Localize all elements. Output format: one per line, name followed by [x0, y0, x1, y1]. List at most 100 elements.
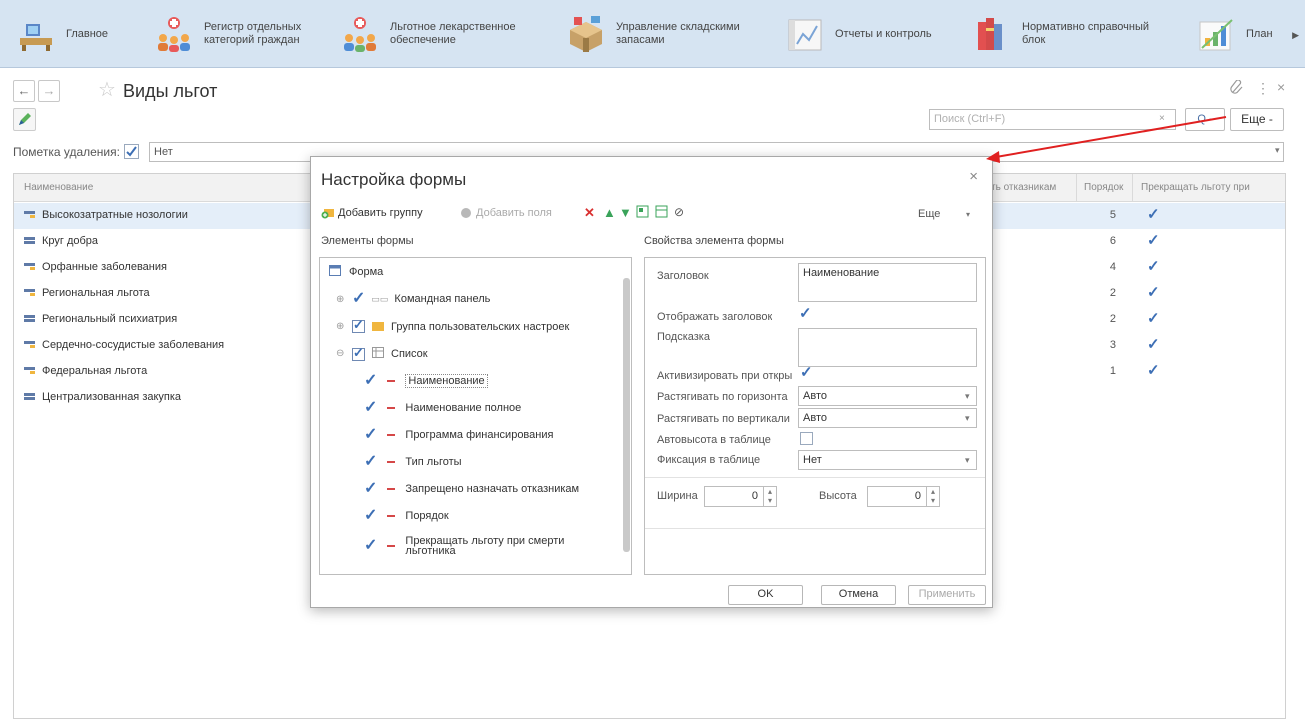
- tree-node-field[interactable]: ✓ Наименование полное: [364, 400, 521, 416]
- search-input[interactable]: Поиск (Ctrl+F): [929, 109, 1176, 130]
- section-main[interactable]: Главное: [16, 10, 126, 58]
- tree-node-field[interactable]: ✓ Запрещено назначать отказникам: [364, 481, 579, 497]
- section-register[interactable]: Регистр отдельных категорий граждан: [154, 10, 324, 58]
- chevron-down-icon[interactable]: ▾: [965, 413, 970, 424]
- folder-icon: [372, 322, 384, 331]
- field-icon: [387, 545, 396, 547]
- activate-label: Активизировать при откры: [657, 370, 793, 382]
- check-icon[interactable]: ✓: [364, 454, 377, 470]
- column-header[interactable]: ть отказникам: [991, 182, 1056, 193]
- expand-icon[interactable]: ⊕: [336, 321, 344, 332]
- tree-node-command-panel[interactable]: ✓ ▭▭ Командная панель: [352, 291, 490, 307]
- ungroup-elements-icon[interactable]: [655, 205, 668, 221]
- move-down-icon[interactable]: ▼: [619, 205, 632, 220]
- row-stop-check-icon: ✓: [1147, 206, 1160, 223]
- column-header[interactable]: Прекращать льготу при: [1141, 182, 1250, 193]
- chevron-down-icon[interactable]: ▾: [1275, 145, 1280, 156]
- close-form-icon[interactable]: ×: [1277, 79, 1285, 95]
- autoheight-checkbox[interactable]: [800, 432, 813, 445]
- check-icon[interactable]: ✓: [364, 373, 377, 389]
- form-elements-tree[interactable]: Форма ⊕ ✓ ▭▭ Командная панель ⊕ Группа п…: [319, 257, 632, 575]
- stretch-vertical-label: Растягивать по вертикали: [657, 413, 790, 425]
- element-properties-panel: Заголовок Наименование Отображать заголо…: [644, 257, 986, 575]
- stretch-vertical-select[interactable]: Авто: [798, 408, 977, 428]
- deletion-mark-checkbox[interactable]: [124, 144, 139, 159]
- tree-node-field[interactable]: ✓ Прекращать льготу при смерти льготника: [364, 536, 564, 557]
- tree-node-form[interactable]: Форма: [329, 265, 383, 279]
- hint-label: Подсказка: [657, 331, 710, 343]
- width-spinner[interactable]: ▴ ▾: [763, 487, 776, 506]
- activate-checkbox[interactable]: [800, 363, 813, 381]
- check-icon[interactable]: ✓: [364, 508, 377, 524]
- section-warehouse[interactable]: Управление складскими запасами: [566, 10, 756, 58]
- item-icon: [24, 315, 35, 323]
- tree-node-list[interactable]: Список: [352, 345, 428, 361]
- field-icon: [387, 434, 396, 436]
- check-icon[interactable]: ✓: [364, 481, 377, 497]
- tree-node-field[interactable]: ✓ Программа финансирования: [364, 427, 553, 443]
- section-reference[interactable]: Нормативно справочный блок: [972, 10, 1162, 58]
- row-name-text: Орфанные заболевания: [42, 261, 167, 273]
- chevron-down-icon[interactable]: ▾: [966, 210, 970, 219]
- chevron-down-icon[interactable]: ▾: [965, 391, 970, 402]
- tree-node-field[interactable]: ✓ Наименование: [364, 373, 488, 389]
- cancel-button[interactable]: Отмена: [821, 585, 896, 605]
- group-elements-icon[interactable]: [636, 205, 649, 221]
- collapse-icon[interactable]: ⊖: [336, 348, 344, 359]
- link-icon[interactable]: [1230, 79, 1244, 99]
- row-name-text: Федеральная льгота: [42, 365, 148, 377]
- hint-input[interactable]: [798, 328, 977, 367]
- ok-button[interactable]: OK: [728, 585, 803, 605]
- column-header[interactable]: Порядок: [1084, 182, 1123, 193]
- height-spinner[interactable]: ▴ ▾: [926, 487, 939, 506]
- tree-node-field[interactable]: ✓ Порядок: [364, 508, 449, 524]
- move-up-icon[interactable]: ▲: [603, 205, 616, 220]
- table-icon: [372, 347, 384, 361]
- add-field-button[interactable]: Добавить поля: [461, 207, 552, 219]
- row-order: 4: [1109, 261, 1116, 273]
- scroll-right-icon[interactable]: ▶: [1292, 30, 1299, 41]
- check-icon[interactable]: ✓: [364, 427, 377, 443]
- favorite-star-icon[interactable]: ☆: [98, 77, 116, 102]
- caption-input[interactable]: Наименование: [798, 263, 977, 302]
- width-label: Ширина: [657, 490, 698, 502]
- more-menu-button[interactable]: Еще -: [1230, 108, 1284, 131]
- dialog-more-button[interactable]: Еще: [918, 208, 940, 220]
- back-button[interactable]: ←: [13, 80, 35, 102]
- section-reports[interactable]: Отчеты и контроль: [785, 10, 945, 58]
- check-icon[interactable]: ✓: [364, 400, 377, 416]
- row-name-text: Региональный психиатрия: [42, 313, 178, 325]
- apply-button[interactable]: Применить: [908, 585, 986, 605]
- expand-icon[interactable]: ⊕: [336, 294, 344, 305]
- check-icon[interactable]: ✓: [352, 291, 365, 307]
- reports-icon: [785, 14, 825, 54]
- help-icon[interactable]: ⊘: [674, 205, 684, 219]
- section-drug-supply[interactable]: Льготное лекарственное обеспечение: [340, 10, 530, 58]
- checkbox[interactable]: [352, 317, 365, 333]
- show-caption-checkbox[interactable]: [799, 304, 812, 322]
- chevron-down-icon[interactable]: ▾: [965, 455, 970, 466]
- section-label: Отчеты и контроль: [835, 27, 932, 40]
- tree-node-user-settings-group[interactable]: Группа пользовательских настроек: [352, 317, 569, 333]
- add-group-button[interactable]: Добавить группу: [321, 207, 423, 219]
- delete-icon[interactable]: ✕: [584, 205, 595, 221]
- search-button[interactable]: Q -: [1185, 108, 1225, 131]
- stretch-horizontal-select[interactable]: Авто: [798, 386, 977, 406]
- edit-pencil-button[interactable]: [13, 108, 36, 131]
- add-field-icon: [461, 208, 471, 218]
- column-header[interactable]: Наименование: [24, 182, 93, 193]
- stretch-horizontal-label: Растягивать по горизонта: [657, 391, 788, 403]
- dialog-close-icon[interactable]: ×: [969, 168, 978, 185]
- more-actions-icon[interactable]: ⋮: [1256, 80, 1270, 97]
- fixation-select[interactable]: Нет: [798, 450, 977, 470]
- section-plan[interactable]: План: [1196, 10, 1276, 58]
- check-icon[interactable]: ✓: [364, 538, 377, 554]
- row-stop-check-icon: ✓: [1147, 310, 1160, 327]
- tree-node-field[interactable]: ✓ Тип льготы: [364, 454, 462, 470]
- field-icon: [387, 461, 396, 463]
- checkbox[interactable]: [352, 345, 365, 361]
- tree-scrollbar[interactable]: [623, 278, 630, 552]
- search-clear-icon[interactable]: ×: [1159, 113, 1165, 124]
- forward-button[interactable]: →: [38, 80, 60, 102]
- height-label: Высота: [819, 490, 857, 502]
